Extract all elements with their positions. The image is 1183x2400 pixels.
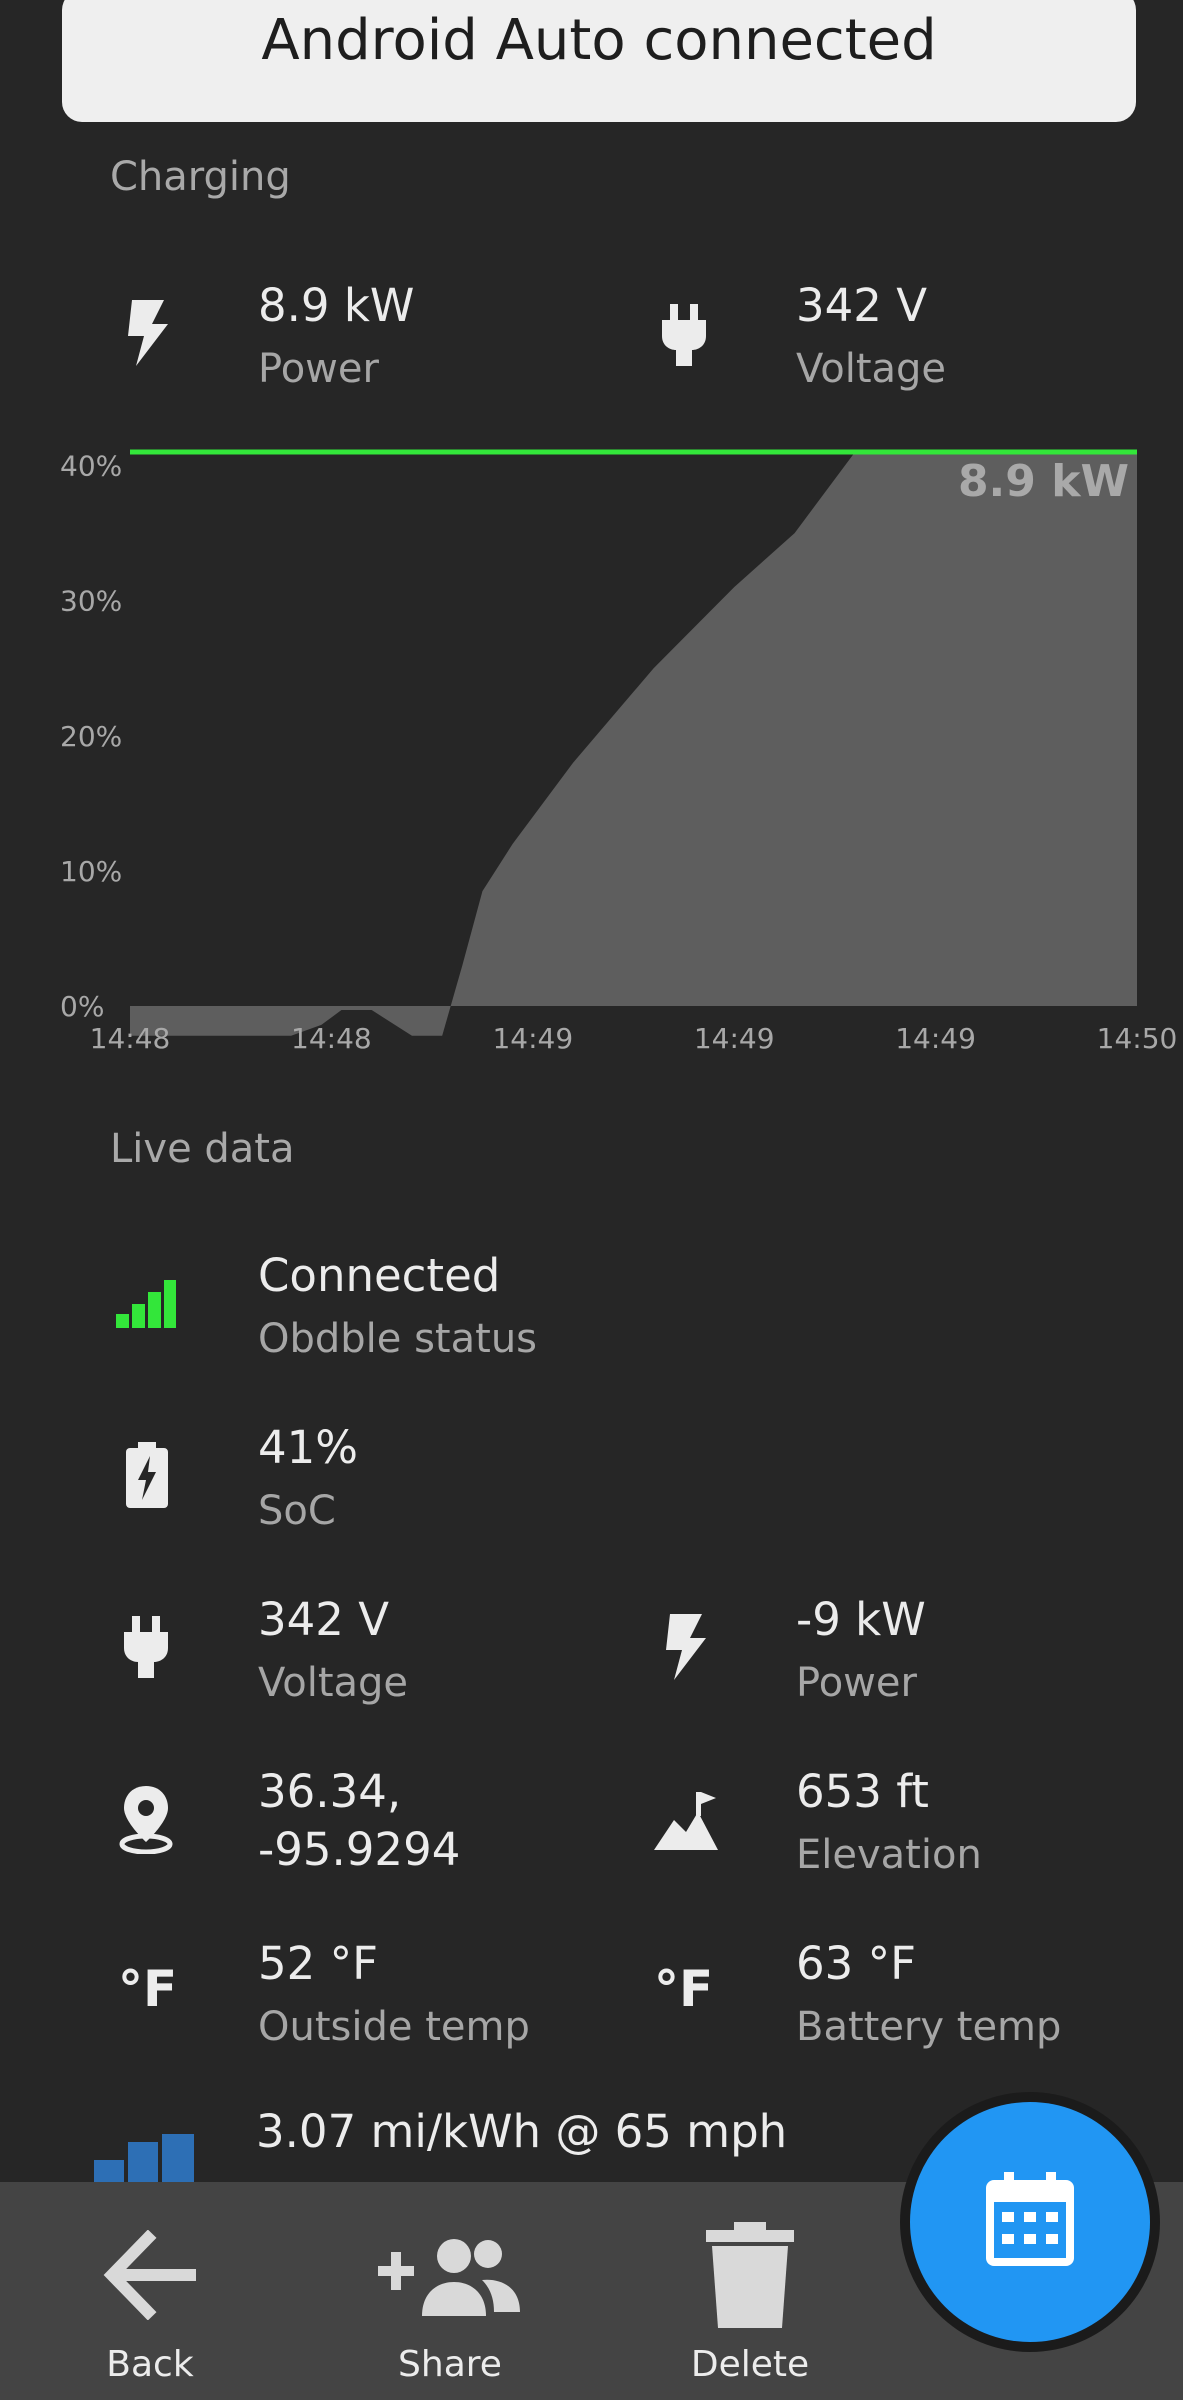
share-button[interactable]: Share xyxy=(350,2182,550,2400)
charging-voltage-value: 342 V xyxy=(796,279,927,332)
outside-temp-value: 52 °F xyxy=(258,1937,378,1990)
chart-area-series-0 xyxy=(130,452,1137,1036)
plug-icon xyxy=(122,1616,170,1678)
chart-y-tick: 10% xyxy=(60,855,122,888)
toast-text: Android Auto connected xyxy=(261,8,937,73)
bolt-icon xyxy=(124,300,172,366)
chart-y-tick: 0% xyxy=(60,990,104,1023)
plug-icon xyxy=(660,304,708,366)
calendar-icon xyxy=(986,2172,1074,2270)
chart-current-value-label: 8.9 kW xyxy=(958,456,1129,507)
elevation-label: Elevation xyxy=(796,1832,982,1878)
chart-x-tick: 14:48 xyxy=(90,1022,171,1055)
chart-y-tick: 40% xyxy=(60,450,122,483)
chart-y-tick: 30% xyxy=(60,585,122,618)
live-power-value: -9 kW xyxy=(796,1593,926,1646)
battery-temp-label: Battery temp xyxy=(796,2004,1062,2050)
bolt-icon xyxy=(662,1614,710,1680)
android-auto-toast: Android Auto connected xyxy=(62,0,1136,122)
location-pin-icon xyxy=(118,1786,174,1854)
back-button[interactable]: Back xyxy=(50,2182,250,2400)
live-data-section-label: Live data xyxy=(110,1126,295,1172)
connection-status-label: Obdble status xyxy=(258,1316,538,1362)
signal-bars-icon xyxy=(116,1278,176,1328)
outside-temp-label: Outside temp xyxy=(258,2004,530,2050)
charging-power-label: Power xyxy=(258,346,379,392)
back-arrow-icon xyxy=(100,2229,200,2324)
elevation-value: 653 ft xyxy=(796,1765,929,1818)
location-latitude: 36.34, xyxy=(258,1765,402,1818)
add-people-icon xyxy=(378,2232,522,2320)
charging-power-chart: 8.9 kW40%30%20%10%0%14:48 14:48 14:49 14:49… xyxy=(60,449,1178,1055)
back-label: Back xyxy=(106,2344,194,2385)
location-longitude: -95.9294 xyxy=(258,1823,461,1876)
chart-x-tick: 14:49 xyxy=(492,1022,573,1055)
efficiency-bars-icon xyxy=(94,2132,198,2182)
trash-icon xyxy=(706,2222,794,2332)
delete-button[interactable]: Delete xyxy=(650,2182,850,2400)
thermometer-fahrenheit-icon: °F xyxy=(118,1960,178,2018)
chart-x-tick: 14:50 xyxy=(1097,1022,1178,1055)
chart-y-tick: 20% xyxy=(60,720,122,753)
soc-value: 41% xyxy=(258,1421,359,1474)
chart-x-tick: 14:49 xyxy=(694,1022,775,1055)
charging-section-label: Charging xyxy=(110,154,291,200)
connection-status-value: Connected xyxy=(258,1249,501,1302)
live-voltage-label: Voltage xyxy=(258,1660,409,1706)
charging-power-value: 8.9 kW xyxy=(258,279,415,332)
thermometer-fahrenheit-icon: °F xyxy=(654,1960,714,2018)
calendar-fab-button[interactable] xyxy=(910,2102,1150,2342)
battery-charging-icon xyxy=(126,1442,168,1508)
mountain-flag-icon xyxy=(654,1792,718,1850)
soc-label: SoC xyxy=(258,1488,336,1534)
live-voltage-value: 342 V xyxy=(258,1593,389,1646)
delete-label: Delete xyxy=(690,2344,810,2385)
efficiency-value: 3.07 mi/kWh @ 65 mph xyxy=(256,2105,788,2158)
chart-x-tick: 14:48 xyxy=(291,1022,372,1055)
chart-x-tick: 14:49 xyxy=(895,1022,976,1055)
battery-temp-value: 63 °F xyxy=(796,1937,916,1990)
charging-voltage-label: Voltage xyxy=(796,346,947,392)
share-label: Share xyxy=(398,2344,502,2385)
live-power-label: Power xyxy=(796,1660,917,1706)
